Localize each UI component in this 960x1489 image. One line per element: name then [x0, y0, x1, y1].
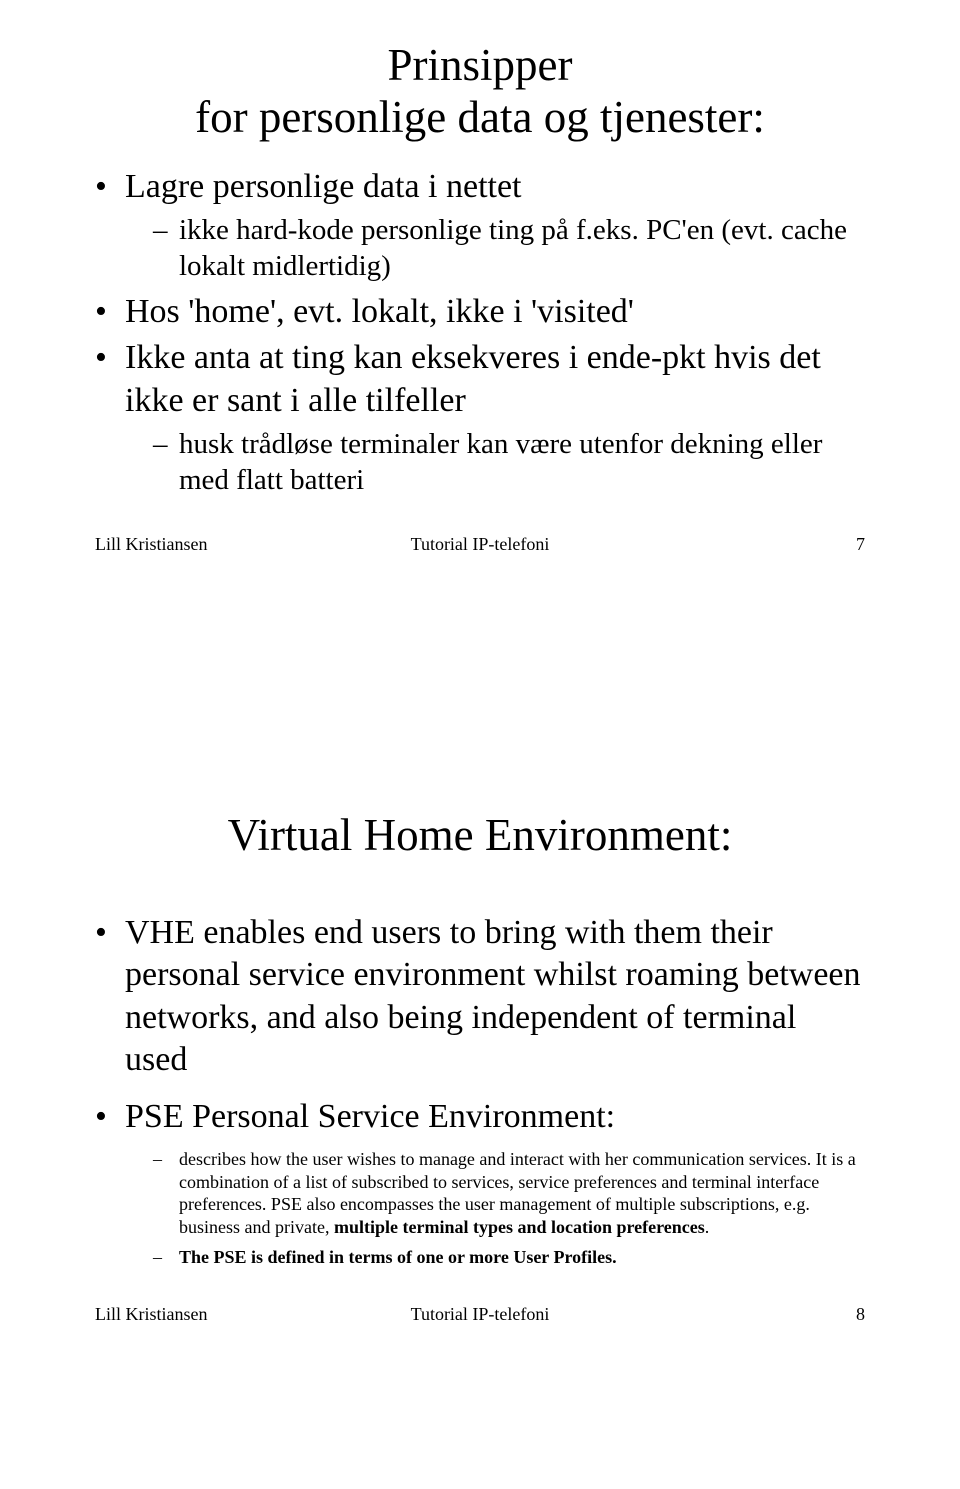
bullet-marker: •	[95, 337, 125, 422]
bullet-text: Ikke anta at ting kan eksekveres i ende-…	[125, 337, 865, 422]
dash-marker: –	[153, 426, 179, 499]
footer-page-number: 7	[856, 534, 865, 555]
bullet-3-1: – husk trådløse terminaler kan være uten…	[153, 426, 865, 499]
bullet-text: The PSE is defined in terms of one or mo…	[179, 1246, 617, 1269]
bullet-text: VHE enables end users to bring with them…	[125, 912, 865, 1082]
slide2-bullets: • VHE enables end users to bring with th…	[95, 912, 865, 1269]
bullet-1-1: – ikke hard-kode personlige ting på f.ek…	[153, 212, 865, 285]
bullet-text: husk trådløse terminaler kan være utenfo…	[179, 426, 865, 499]
title-line1: Prinsipper	[388, 40, 573, 90]
dash-marker: –	[153, 1246, 179, 1269]
footer-page-number: 8	[856, 1304, 865, 1325]
bullet-1: • Lagre personlige data i nettet	[95, 166, 865, 209]
bullet-marker: •	[95, 912, 125, 1082]
footer-title: Tutorial IP-telefoni	[95, 534, 865, 555]
slide2-footer: Lill Kristiansen Tutorial IP-telefoni 8	[95, 1304, 865, 1328]
bullet-marker: •	[95, 1096, 125, 1139]
title-line2: for personlige data og tjenester:	[195, 92, 765, 142]
bullet-3: • Ikke anta at ting kan eksekveres i end…	[95, 337, 865, 422]
bullet-2: • Hos 'home', evt. lokalt, ikke i 'visit…	[95, 291, 865, 334]
slide1-footer: Lill Kristiansen Tutorial IP-telefoni 7	[95, 534, 865, 558]
slide2-title: Virtual Home Environment:	[95, 810, 865, 862]
bullet-text: Lagre personlige data i nettet	[125, 166, 522, 209]
bullet-2: • PSE Personal Service Environment:	[95, 1096, 865, 1139]
title-text: Virtual Home Environment:	[228, 810, 733, 860]
text-bold: multiple terminal types and location pre…	[334, 1217, 705, 1237]
bullet-text: ikke hard-kode personlige ting på f.eks.…	[179, 212, 865, 285]
bullet-text: Hos 'home', evt. lokalt, ikke i 'visited…	[125, 291, 634, 334]
bullet-marker: •	[95, 166, 125, 209]
bullet-text: describes how the user wishes to manage …	[179, 1148, 865, 1238]
bullet-2-1: – describes how the user wishes to manag…	[153, 1148, 865, 1238]
slide-2: Virtual Home Environment: • VHE enables …	[0, 720, 960, 1440]
dash-marker: –	[153, 1148, 179, 1238]
slide-1: Prinsipper for personlige data og tjenes…	[0, 0, 960, 720]
bullet-marker: •	[95, 291, 125, 334]
slide1-bullets: • Lagre personlige data i nettet – ikke …	[95, 166, 865, 499]
bullet-text: PSE Personal Service Environment:	[125, 1096, 615, 1139]
slide1-title: Prinsipper for personlige data og tjenes…	[95, 40, 865, 144]
bullet-1: • VHE enables end users to bring with th…	[95, 912, 865, 1082]
bullet-2-2: – The PSE is defined in terms of one or …	[153, 1246, 865, 1269]
footer-title: Tutorial IP-telefoni	[95, 1304, 865, 1325]
text-post: .	[705, 1217, 710, 1237]
dash-marker: –	[153, 212, 179, 285]
